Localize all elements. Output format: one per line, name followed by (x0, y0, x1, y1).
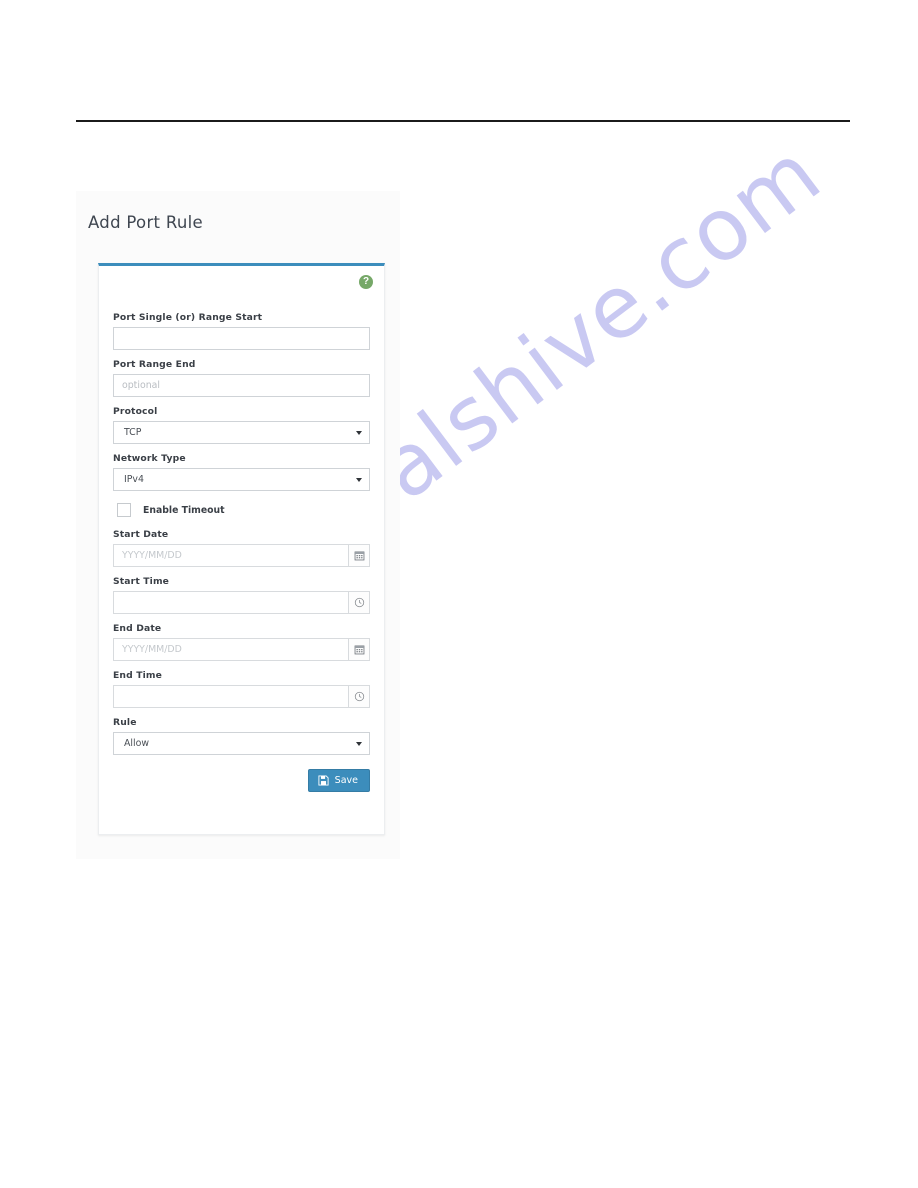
enable-timeout-row[interactable]: Enable Timeout (117, 503, 370, 517)
port-range-end-input[interactable]: optional (113, 374, 370, 397)
end-time-clock-button[interactable] (348, 685, 370, 708)
start-date-placeholder: YYYY/MM/DD (122, 550, 182, 561)
start-time-clock-button[interactable] (348, 591, 370, 614)
port-range-end-placeholder: optional (122, 380, 160, 391)
card-footer: Save (113, 769, 370, 792)
label-start-time: Start Time (113, 576, 170, 587)
chevron-down-icon (356, 742, 362, 746)
field-start-date: Start Date YYYY/MM/DD (113, 529, 370, 567)
clock-icon (354, 691, 364, 702)
card-body: ? Port Single (or) Range Start Port Rang… (99, 266, 384, 834)
form-fields: Port Single (or) Range Start Port Range … (113, 274, 370, 792)
protocol-select[interactable]: TCP (113, 421, 370, 444)
end-time-input[interactable] (113, 685, 348, 708)
save-button[interactable]: Save (307, 769, 370, 792)
field-rule: Rule Allow (113, 717, 370, 755)
help-icon[interactable]: ? (359, 275, 373, 289)
calendar-icon (354, 551, 364, 561)
rule-selected-value: Allow (124, 738, 150, 749)
start-date-calendar-button[interactable] (348, 544, 370, 567)
label-port-single-range-start: Port Single (or) Range Start (113, 312, 263, 323)
header-divider (76, 120, 850, 122)
end-date-input[interactable]: YYYY/MM/DD (113, 638, 348, 661)
label-start-date: Start Date (113, 529, 169, 540)
chevron-down-icon (356, 478, 362, 482)
port-single-range-start-input[interactable] (113, 327, 370, 350)
label-end-time: End Time (113, 670, 163, 681)
field-port-single-range-start: Port Single (or) Range Start (113, 312, 370, 350)
rule-select[interactable]: Allow (113, 732, 370, 755)
field-port-range-end: Port Range End optional (113, 359, 370, 397)
start-date-input[interactable]: YYYY/MM/DD (113, 544, 348, 567)
field-start-time: Start Time (113, 576, 370, 614)
enable-timeout-label: Enable Timeout (143, 504, 225, 516)
enable-timeout-checkbox[interactable] (117, 503, 131, 517)
calendar-icon (354, 645, 364, 655)
field-network-type: Network Type IPv4 (113, 453, 370, 491)
label-rule: Rule (113, 717, 137, 728)
network-type-selected-value: IPv4 (124, 474, 144, 485)
save-button-label: Save (334, 775, 358, 786)
add-port-rule-card: ? Port Single (or) Range Start Port Rang… (98, 263, 385, 835)
field-end-date: End Date YYYY/MM/DD (113, 623, 370, 661)
end-date-calendar-button[interactable] (348, 638, 370, 661)
add-port-rule-panel: Add Port Rule ? Port Single (or) Range S… (76, 191, 400, 859)
chevron-down-icon (356, 431, 362, 435)
page-title: Add Port Rule (88, 213, 203, 232)
label-network-type: Network Type (113, 453, 186, 464)
clock-icon (354, 597, 364, 608)
page-root: manualshive.com Add Port Rule ? Port Sin… (0, 0, 918, 1188)
start-date-group: YYYY/MM/DD (113, 544, 370, 567)
end-date-group: YYYY/MM/DD (113, 638, 370, 661)
label-end-date: End Date (113, 623, 162, 634)
protocol-selected-value: TCP (124, 427, 142, 438)
label-protocol: Protocol (113, 406, 158, 417)
save-floppy-icon (318, 775, 329, 786)
network-type-select[interactable]: IPv4 (113, 468, 370, 491)
end-date-placeholder: YYYY/MM/DD (122, 644, 182, 655)
start-time-group (113, 591, 370, 614)
field-protocol: Protocol TCP (113, 406, 370, 444)
field-end-time: End Time (113, 670, 370, 708)
label-port-range-end: Port Range End (113, 359, 196, 370)
start-time-input[interactable] (113, 591, 348, 614)
end-time-group (113, 685, 370, 708)
